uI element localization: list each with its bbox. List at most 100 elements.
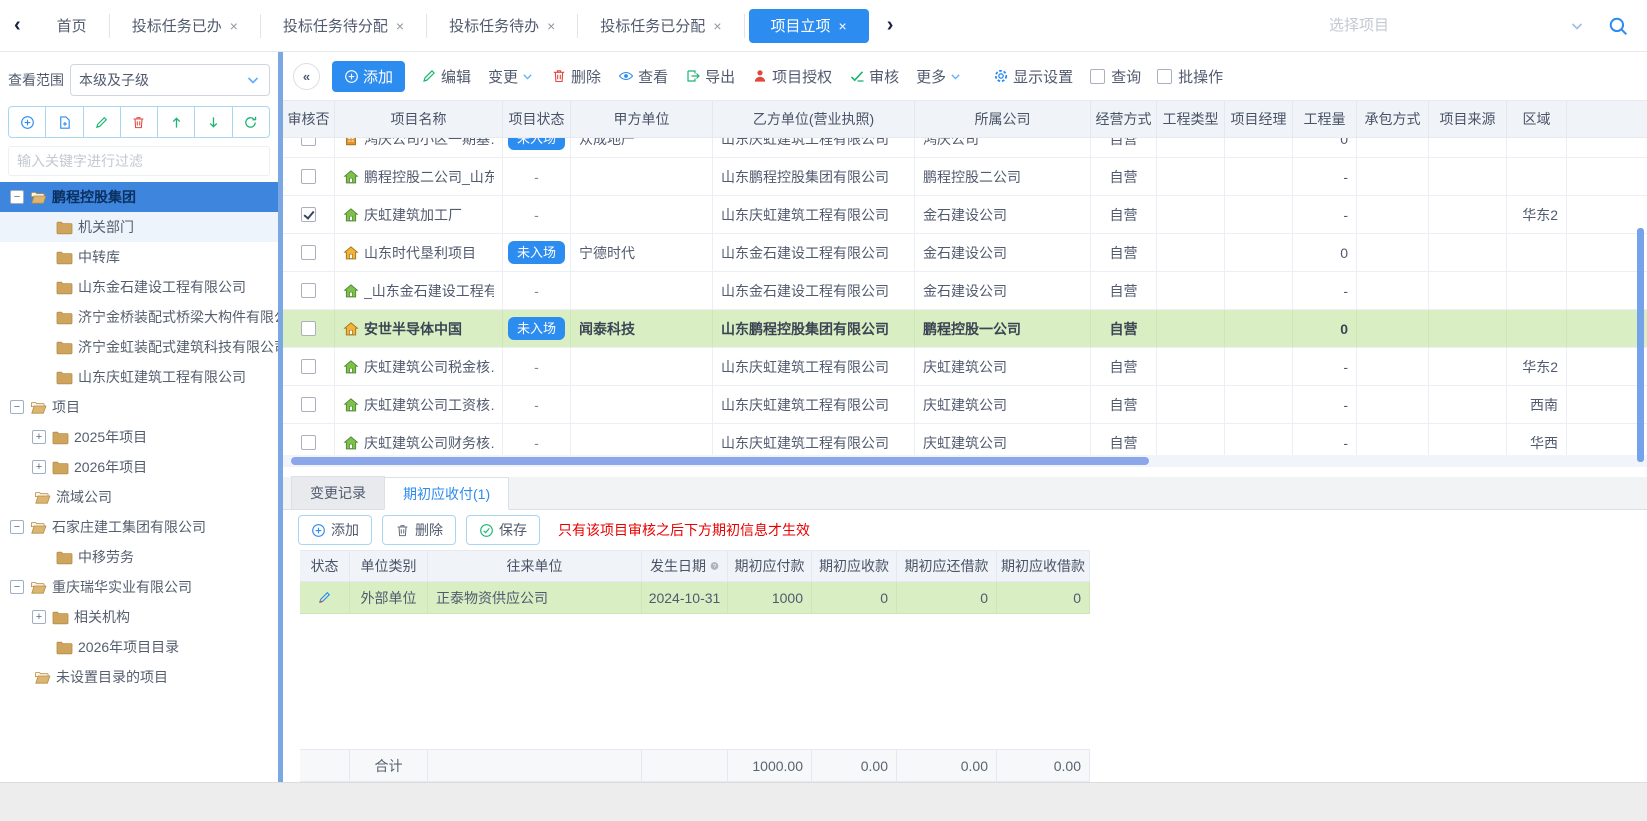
tree-item-中转库[interactable]: 中转库 <box>0 242 278 272</box>
tab-close-icon[interactable]: × <box>547 18 555 34</box>
tree-edit-button[interactable] <box>84 107 121 137</box>
project-authorize-button[interactable]: 项目授权 <box>752 66 832 87</box>
collapse-node-icon[interactable]: − <box>10 520 24 534</box>
row-checkbox[interactable] <box>301 207 316 222</box>
column-header-乙方单位(营业执照)[interactable]: 乙方单位(营业执照) <box>713 101 915 137</box>
project-row[interactable]: 山东时代垦利项目未入场宁德时代山东金石建设工程有限公司金石建设公司自营0 <box>283 234 1647 272</box>
expand-node-icon[interactable]: + <box>32 430 46 444</box>
tab-投标任务待分配[interactable]: 投标任务待分配× <box>261 14 427 38</box>
opening-balance-row[interactable]: 外部单位正泰物资供应公司2024-10-311000000 <box>300 582 1090 614</box>
column-header-项目名称[interactable]: 项目名称 <box>335 101 503 137</box>
add-project-button[interactable]: 添加 <box>332 61 405 92</box>
column-header-所属公司[interactable]: 所属公司 <box>915 101 1091 137</box>
column-header-工程量[interactable]: 工程量 <box>1293 101 1357 137</box>
project-row[interactable]: 庆虹建筑公司工资核…-山东庆虹建筑工程有限公司庆虹建筑公司自营-西南 <box>283 386 1647 424</box>
tree-item-2026年项目目录[interactable]: 2026年项目目录 <box>0 632 278 662</box>
collapse-node-icon[interactable]: − <box>10 190 24 204</box>
detail-delete-button[interactable]: 删除 <box>382 515 456 545</box>
tree-item-中移劳务[interactable]: 中移劳务 <box>0 542 278 572</box>
view-button[interactable]: 查看 <box>618 66 668 87</box>
row-checkbox[interactable] <box>301 138 316 146</box>
edit-button[interactable]: 编辑 <box>421 66 471 87</box>
tree-refresh-button[interactable] <box>233 107 269 137</box>
chevron-down-icon[interactable] <box>1569 18 1585 34</box>
tab-close-icon[interactable]: × <box>230 18 238 34</box>
column-header-工程类型[interactable]: 工程类型 <box>1157 101 1225 137</box>
vertical-scrollbar-thumb[interactable] <box>1637 228 1644 462</box>
tab-项目立项[interactable]: 项目立项× <box>749 9 869 43</box>
column-header-项目经理[interactable]: 项目经理 <box>1225 101 1293 137</box>
tab-close-icon[interactable]: × <box>713 18 721 34</box>
detail-save-button[interactable]: 保存 <box>466 515 540 545</box>
tree-item-相关机构[interactable]: +相关机构 <box>0 602 278 632</box>
more-button[interactable]: 更多 <box>916 66 962 87</box>
tree-item-机关部门[interactable]: 机关部门 <box>0 212 278 242</box>
row-checkbox[interactable] <box>301 321 316 336</box>
batch-ops-checkbox[interactable]: 批操作 <box>1157 66 1223 87</box>
tree-item-2026年项目[interactable]: +2026年项目 <box>0 452 278 482</box>
project-row[interactable]: 鹏程控股二公司_山东…-山东鹏程控股集团有限公司鹏程控股二公司自营- <box>283 158 1647 196</box>
tabs-scroll-right-icon[interactable]: › <box>873 14 908 37</box>
detail-tab-期初应收付(1)[interactable]: 期初应收付(1) <box>384 477 509 510</box>
detail-add-button[interactable]: 添加 <box>298 515 372 545</box>
tree-item-项目[interactable]: −项目 <box>0 392 278 422</box>
tab-投标任务待办[interactable]: 投标任务待办× <box>427 14 578 38</box>
expand-node-icon[interactable]: + <box>32 610 46 624</box>
tree-filter-input[interactable] <box>8 146 270 176</box>
collapse-sidebar-button[interactable]: « <box>293 63 320 90</box>
column-header-期初应收款[interactable]: 期初应收款 <box>812 551 897 581</box>
project-row[interactable]: 庆虹建筑公司税金核…-山东庆虹建筑工程有限公司庆虹建筑公司自营-华东2 <box>283 348 1647 386</box>
export-button[interactable]: 导出 <box>685 66 735 87</box>
column-header-发生日期[interactable]: 发生日期? <box>642 551 728 581</box>
column-header-项目来源[interactable]: 项目来源 <box>1429 101 1507 137</box>
row-checkbox[interactable] <box>301 283 316 298</box>
tree-add-doc-button[interactable] <box>46 107 83 137</box>
tree-item-未设置目录的项目[interactable]: 未设置目录的项目 <box>0 662 278 692</box>
tab-close-icon[interactable]: × <box>839 18 847 34</box>
column-header-期初应收借款[interactable]: 期初应收借款 <box>997 551 1090 581</box>
tree-move-down-button[interactable] <box>195 107 232 137</box>
tab-投标任务已分配[interactable]: 投标任务已分配× <box>578 14 744 38</box>
row-checkbox[interactable] <box>301 169 316 184</box>
tree-item-石家庄建工集团有限公司[interactable]: −石家庄建工集团有限公司 <box>0 512 278 542</box>
tree-move-up-button[interactable] <box>158 107 195 137</box>
tab-close-icon[interactable]: × <box>396 18 404 34</box>
tabs-scroll-left-icon[interactable]: ‹ <box>0 14 35 37</box>
expand-node-icon[interactable]: + <box>32 460 46 474</box>
column-header-区域[interactable]: 区域 <box>1507 101 1567 137</box>
page-bottom-scrollbar[interactable] <box>0 782 1647 821</box>
tree-delete-button[interactable] <box>121 107 158 137</box>
row-checkbox[interactable] <box>301 245 316 260</box>
column-header-经营方式[interactable]: 经营方式 <box>1091 101 1157 137</box>
tree-item-流域公司[interactable]: 流域公司 <box>0 482 278 512</box>
project-row[interactable]: 鸿庆公司小区一期基…未入场众成地产山东庆虹建筑工程有限公司鸿庆公司自营0 <box>283 138 1647 158</box>
tree-item-济宁金桥装配式桥梁大构件有限公司[interactable]: 济宁金桥装配式桥梁大构件有限公司 <box>0 302 278 332</box>
audit-button[interactable]: 审核 <box>849 66 899 87</box>
column-header-期初应付款[interactable]: 期初应付款 <box>728 551 812 581</box>
column-header-承包方式[interactable]: 承包方式 <box>1357 101 1429 137</box>
column-header-项目状态[interactable]: 项目状态 <box>503 101 571 137</box>
help-icon[interactable]: ? <box>710 559 719 573</box>
delete-button[interactable]: 删除 <box>551 66 601 87</box>
tree-item-2025年项目[interactable]: +2025年项目 <box>0 422 278 452</box>
project-row[interactable]: 庆虹建筑公司财务核…-山东庆虹建筑工程有限公司庆虹建筑公司自营-华西 <box>283 424 1647 455</box>
change-button[interactable]: 变更 <box>488 66 534 87</box>
detail-tab-变更记录[interactable]: 变更记录 <box>291 476 385 509</box>
tree-item-重庆瑞华实业有限公司[interactable]: −重庆瑞华实业有限公司 <box>0 572 278 602</box>
row-checkbox[interactable] <box>301 397 316 412</box>
collapse-node-icon[interactable]: − <box>10 580 24 594</box>
horizontal-scrollbar[interactable] <box>283 455 1647 467</box>
tab-投标任务已办[interactable]: 投标任务已办× <box>110 14 261 38</box>
tab-首页[interactable]: 首页 <box>35 14 110 38</box>
collapse-node-icon[interactable]: − <box>10 400 24 414</box>
column-header-审核否[interactable]: 审核否 <box>283 101 335 137</box>
column-header-甲方单位[interactable]: 甲方单位 <box>571 101 713 137</box>
tree-item-鹏程控股集团[interactable]: −鹏程控股集团 <box>0 182 278 212</box>
scope-select[interactable]: 本级及子级 <box>70 64 270 96</box>
project-select[interactable] <box>1329 8 1629 44</box>
tree-item-山东庆虹建筑工程有限公司[interactable]: 山东庆虹建筑工程有限公司 <box>0 362 278 392</box>
project-select-input[interactable] <box>1329 17 1569 34</box>
project-row[interactable]: 庆虹建筑加工厂-山东庆虹建筑工程有限公司金石建设公司自营-华东2 <box>283 196 1647 234</box>
column-header-期初应还借款[interactable]: 期初应还借款 <box>897 551 997 581</box>
column-header-状态[interactable]: 状态 <box>300 551 350 581</box>
